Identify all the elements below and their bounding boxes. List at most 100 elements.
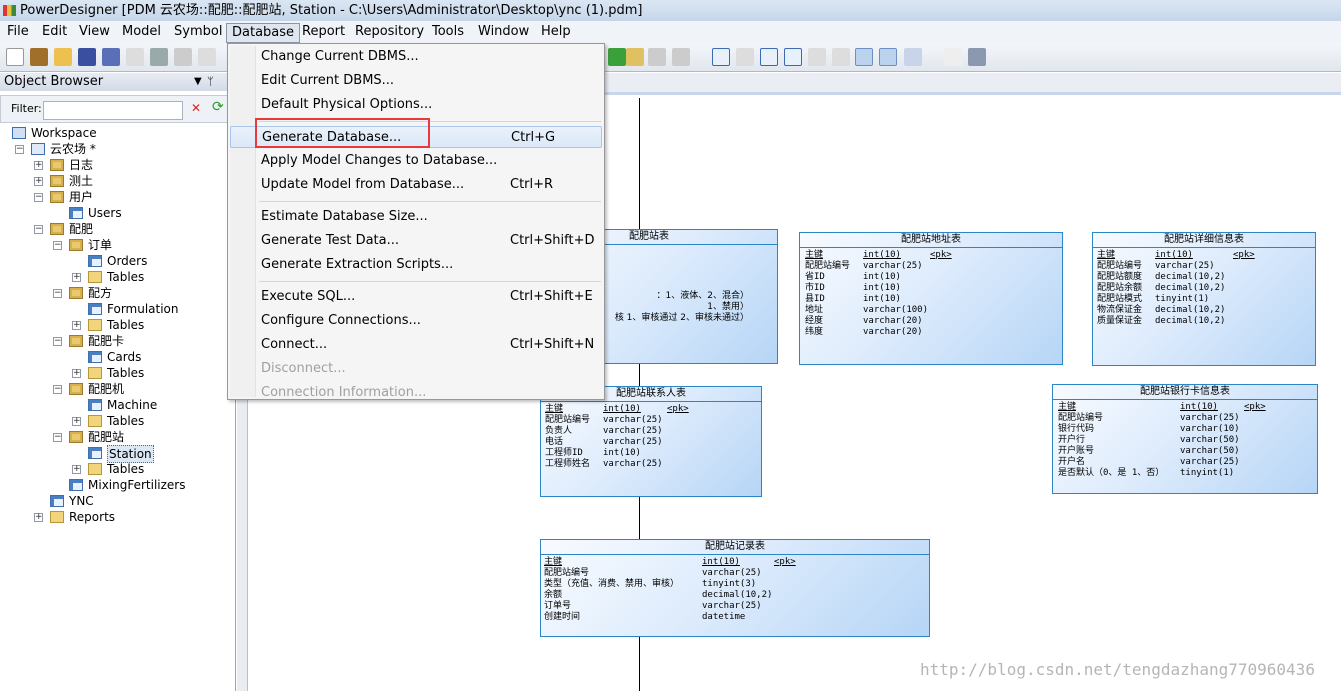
- menu-edit[interactable]: Edit: [37, 23, 72, 43]
- menu-item-change-current-dbms[interactable]: Change Current DBMS...: [230, 46, 602, 68]
- tree-item[interactable]: Cards: [0, 349, 236, 365]
- expand-icon[interactable]: +: [34, 161, 43, 170]
- tree-item[interactable]: − 配肥机: [0, 381, 236, 397]
- collapse-icon[interactable]: −: [53, 289, 62, 298]
- menu-symbol[interactable]: Symbol: [169, 23, 227, 43]
- expand-icon[interactable]: +: [72, 273, 81, 282]
- menu-item-generate-extraction-scripts[interactable]: Generate Extraction Scripts...: [230, 254, 602, 276]
- diagram2-icon[interactable]: [736, 48, 754, 66]
- expand-icon[interactable]: +: [72, 465, 81, 474]
- open-icon[interactable]: [54, 48, 72, 66]
- collapse-icon[interactable]: −: [53, 241, 62, 250]
- menu-view[interactable]: View: [74, 23, 115, 43]
- menu-tools[interactable]: Tools: [427, 23, 469, 43]
- tree-item[interactable]: − 云农场 *: [0, 141, 236, 157]
- menu-window[interactable]: Window: [473, 23, 534, 43]
- tree-item[interactable]: + 日志: [0, 157, 236, 173]
- browser-icon[interactable]: [855, 48, 873, 66]
- forward-icon[interactable]: [672, 48, 690, 66]
- tree-item[interactable]: − 配肥站: [0, 429, 236, 445]
- menu-item-generate-test-data[interactable]: Generate Test Data... Ctrl+Shift+D: [230, 230, 602, 252]
- collapse-icon[interactable]: −: [53, 385, 62, 394]
- tree-item[interactable]: Users: [0, 205, 236, 221]
- pin-icon[interactable]: ᛘ: [207, 73, 214, 91]
- menu-report[interactable]: Report: [297, 23, 350, 43]
- menu-item-connect[interactable]: Connect... Ctrl+Shift+N: [230, 334, 602, 356]
- expand-icon[interactable]: +: [72, 417, 81, 426]
- diagram-icon[interactable]: [712, 48, 730, 66]
- menu-repository[interactable]: Repository: [350, 23, 429, 43]
- print-icon[interactable]: [150, 48, 168, 66]
- menu-help[interactable]: Help: [536, 23, 576, 43]
- save-all-icon[interactable]: [102, 48, 120, 66]
- tree-item[interactable]: Station: [0, 445, 236, 463]
- column-type: varchar(25): [1180, 457, 1240, 467]
- cut-icon[interactable]: [174, 48, 192, 66]
- expand-icon[interactable]: +: [72, 369, 81, 378]
- column-name: 创建时间: [544, 612, 581, 622]
- tree-item[interactable]: Workspace: [0, 125, 236, 141]
- text-icon[interactable]: [608, 48, 626, 66]
- tree-item[interactable]: + Tables: [0, 365, 236, 381]
- collapse-icon[interactable]: −: [15, 145, 24, 154]
- tree-item[interactable]: − 配方: [0, 285, 236, 301]
- copy-icon[interactable]: [198, 48, 216, 66]
- menu-item-apply-model-changes-to-database[interactable]: Apply Model Changes to Database...: [230, 150, 602, 172]
- entity-table[interactable]: 配肥站详细信息表 主键 int(10) <pk> 配肥站编号 varchar(25) 配肥站…: [1092, 232, 1316, 366]
- tree-item[interactable]: + Tables: [0, 461, 236, 477]
- output-icon[interactable]: [879, 48, 897, 66]
- tree-item[interactable]: − 配肥卡: [0, 333, 236, 349]
- tree-item[interactable]: Formulation: [0, 301, 236, 317]
- column-name: 银行代码: [1058, 424, 1095, 434]
- collapse-icon[interactable]: −: [53, 337, 62, 346]
- filter-input[interactable]: [43, 101, 183, 120]
- entity-table[interactable]: 配肥站地址表 主键 int(10) <pk> 配肥站编号 varchar(25) 省ID in…: [799, 232, 1063, 365]
- new-project-icon[interactable]: [30, 48, 48, 66]
- tree-item[interactable]: + Tables: [0, 269, 236, 285]
- preview-icon[interactable]: [944, 48, 962, 66]
- expand-icon[interactable]: +: [34, 177, 43, 186]
- page-icon[interactable]: [760, 48, 778, 66]
- collapse-icon[interactable]: −: [34, 225, 43, 234]
- refresh-icon[interactable]: ⟳: [212, 99, 224, 115]
- pages-icon[interactable]: [784, 48, 802, 66]
- diagram4-icon[interactable]: [832, 48, 850, 66]
- print-preview-icon[interactable]: [126, 48, 144, 66]
- tree-item[interactable]: Machine: [0, 397, 236, 413]
- tree-item[interactable]: Orders: [0, 253, 236, 269]
- expand-icon[interactable]: +: [34, 513, 43, 522]
- clear-filter-icon[interactable]: ✕: [191, 101, 201, 115]
- tree-item[interactable]: − 配肥: [0, 221, 236, 237]
- menu-item-configure-connections[interactable]: Configure Connections...: [230, 310, 602, 332]
- folder-up-icon[interactable]: [626, 48, 644, 66]
- tree-item[interactable]: + 测土: [0, 173, 236, 189]
- menu-item-default-physical-options[interactable]: Default Physical Options...: [230, 94, 602, 116]
- collapse-icon[interactable]: −: [53, 433, 62, 442]
- save-icon[interactable]: [78, 48, 96, 66]
- tree-item[interactable]: + Tables: [0, 317, 236, 333]
- entity-table[interactable]: 配肥站记录表 主键 int(10) <pk> 配肥站编号 varchar(25) 类型（充值…: [540, 539, 930, 637]
- new-icon[interactable]: [6, 48, 24, 66]
- tree-item[interactable]: − 用户: [0, 189, 236, 205]
- tree-item[interactable]: + Tables: [0, 413, 236, 429]
- entity-table[interactable]: 配肥站银行卡信息表 主键 int(10) <pk> 配肥站编号 varchar(25) 银行…: [1052, 384, 1318, 494]
- tree-item[interactable]: + Reports: [0, 509, 236, 525]
- back-icon[interactable]: [648, 48, 666, 66]
- collapse-icon[interactable]: −: [34, 193, 43, 202]
- column-name: 1、禁用）: [707, 302, 749, 312]
- tree-item[interactable]: YNC: [0, 493, 236, 509]
- menu-item-estimate-database-size[interactable]: Estimate Database Size...: [230, 206, 602, 228]
- menu-item-edit-current-dbms[interactable]: Edit Current DBMS...: [230, 70, 602, 92]
- menu-item-execute-sql[interactable]: Execute SQL... Ctrl+Shift+E: [230, 286, 602, 308]
- menu-item-update-model-from-database[interactable]: Update Model from Database... Ctrl+R: [230, 174, 602, 196]
- diagram3-icon[interactable]: [808, 48, 826, 66]
- tree-item[interactable]: MixingFertilizers: [0, 477, 236, 493]
- dropdown-icon[interactable]: ▼: [194, 73, 202, 91]
- menu-file[interactable]: File: [2, 23, 34, 43]
- menu-database[interactable]: Database: [226, 23, 301, 43]
- printer-icon[interactable]: [968, 48, 986, 66]
- tree-item[interactable]: − 订单: [0, 237, 236, 253]
- menu-model[interactable]: Model: [117, 23, 166, 43]
- result-list-icon[interactable]: [904, 48, 922, 66]
- expand-icon[interactable]: +: [72, 321, 81, 330]
